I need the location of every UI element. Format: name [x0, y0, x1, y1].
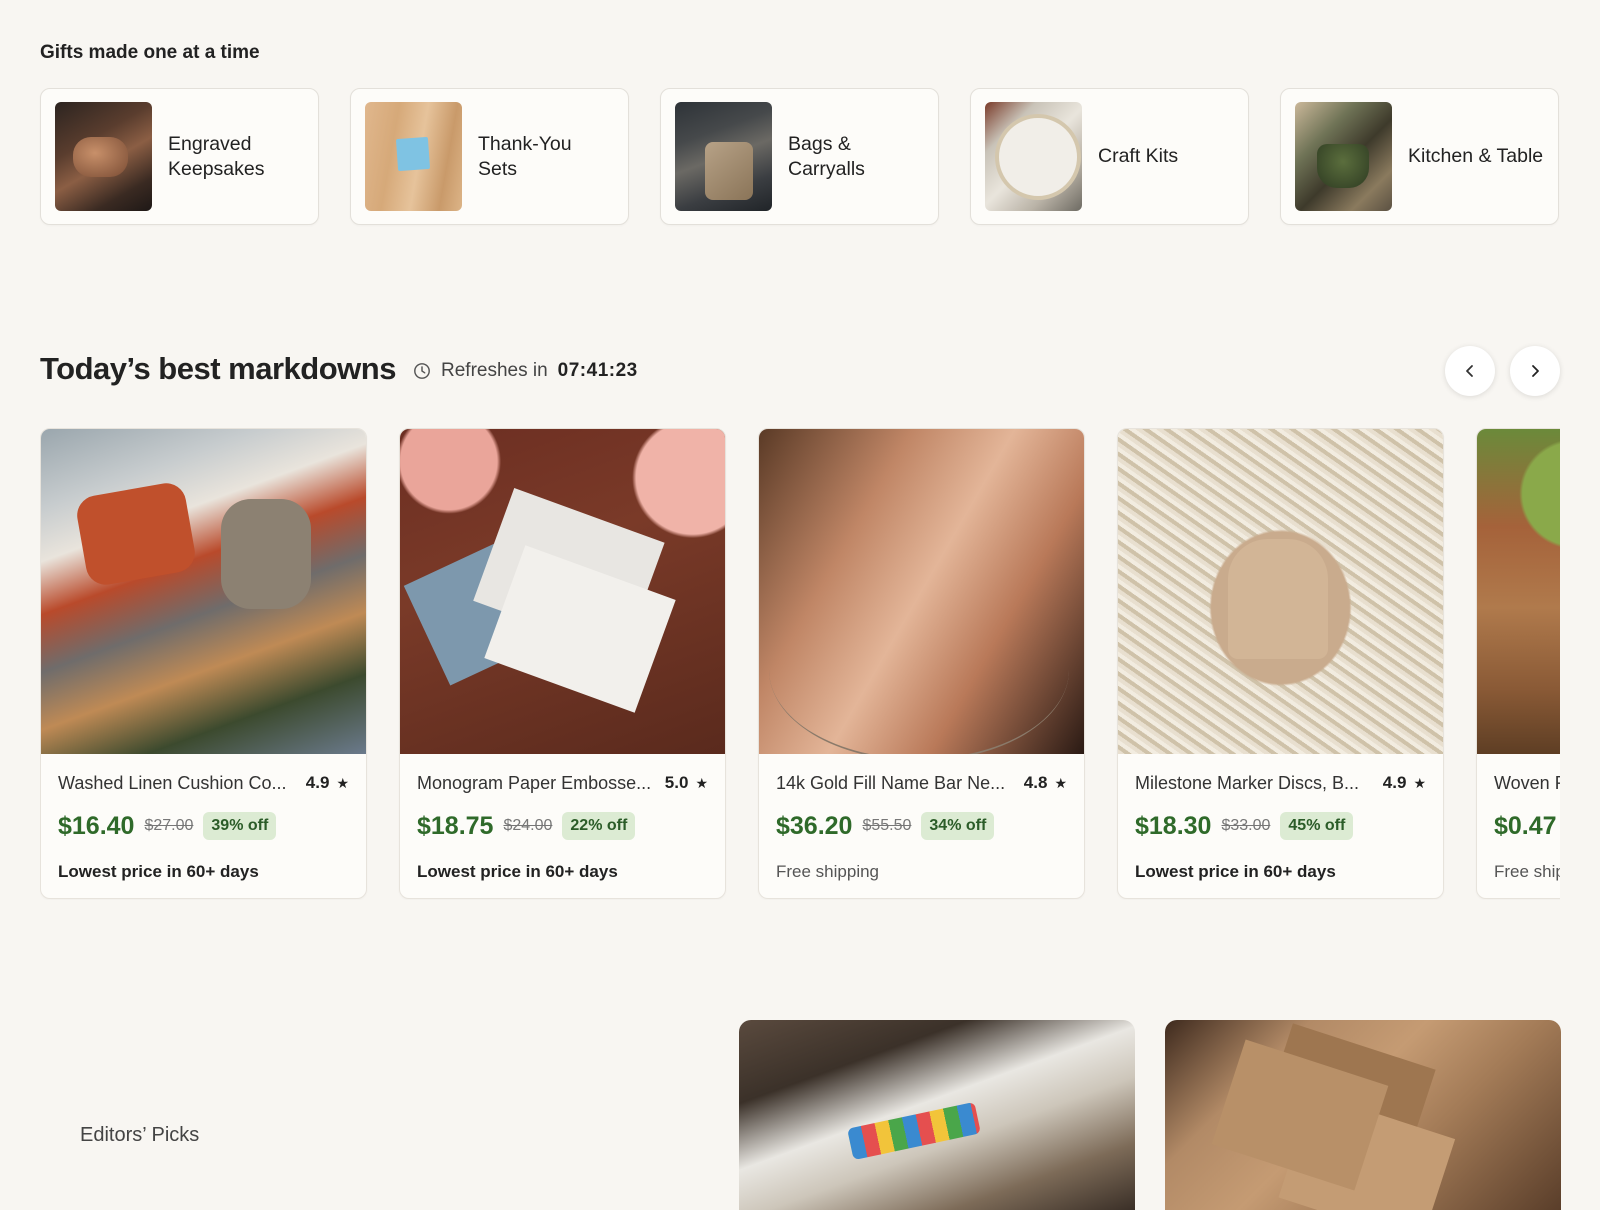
product-card[interactable]: Milestone Marker Discs, B... 4.9 ★ $18.30… — [1117, 428, 1444, 899]
sale-price: $16.40 — [58, 811, 135, 840]
product-image — [1477, 429, 1560, 754]
star-icon: ★ — [1054, 774, 1067, 791]
category-card-thank-you-sets[interactable]: Thank-You Sets — [350, 88, 629, 225]
rating-value: 5.0 — [664, 773, 689, 792]
category-card-engraved-keepsakes[interactable]: Engraved Keepsakes — [40, 88, 319, 225]
editors-pick-image[interactable] — [1165, 1020, 1561, 1210]
product-name: Washed Linen Cushion Co... — [58, 772, 287, 793]
product-image — [41, 429, 366, 754]
product-name: Woven Ra — [1494, 772, 1560, 793]
sale-price: $18.75 — [417, 811, 494, 840]
category-image — [365, 102, 462, 211]
category-card-kitchen-table[interactable]: Kitchen & Table — [1280, 88, 1559, 225]
original-price: $33.00 — [1221, 817, 1271, 834]
editors-pick-image[interactable] — [739, 1020, 1135, 1210]
product-image — [1118, 429, 1443, 754]
category-image — [985, 102, 1082, 211]
product-card[interactable]: Woven Ra $0.47 Free shipp — [1476, 428, 1560, 899]
category-image — [675, 102, 772, 211]
carousel-track: Washed Linen Cushion Co... 4.9 ★ $16.40 $… — [40, 428, 1560, 899]
clock-icon — [414, 363, 430, 379]
product-rating: 4.9 ★ — [306, 773, 349, 793]
category-label: Engraved Keepsakes — [168, 132, 265, 180]
product-name: Milestone Marker Discs, B... — [1135, 772, 1360, 793]
category-label: Craft Kits — [1098, 145, 1179, 167]
product-rating: 4.8 ★ — [1024, 773, 1067, 793]
carousel-next-button[interactable] — [1510, 346, 1560, 396]
star-icon: ★ — [1413, 774, 1426, 791]
markdowns-carousel: Washed Linen Cushion Co... 4.9 ★ $16.40 $… — [40, 428, 1560, 900]
product-card[interactable]: Monogram Paper Embosse... 5.0 ★ $18.75 $2… — [399, 428, 726, 899]
sale-price: $36.20 — [776, 811, 853, 840]
chevron-right-icon — [1532, 365, 1539, 377]
discount-badge: 39% off — [203, 812, 277, 840]
category-image — [55, 102, 152, 211]
rating-value: 4.9 — [1382, 773, 1407, 792]
category-image — [1295, 102, 1392, 211]
product-card[interactable]: Washed Linen Cushion Co... 4.9 ★ $16.40 $… — [40, 428, 367, 899]
product-rating: 5.0 ★ — [665, 773, 708, 793]
star-icon: ★ — [336, 774, 349, 791]
product-note: Lowest price in 60+ days — [1135, 862, 1336, 881]
sale-price: $18.30 — [1135, 811, 1212, 840]
rating-value: 4.9 — [305, 773, 330, 792]
product-note: Lowest price in 60+ days — [417, 862, 618, 881]
product-note: Free shipping — [776, 862, 880, 881]
product-name: Monogram Paper Embosse... — [417, 772, 652, 793]
product-name: 14k Gold Fill Name Bar Ne... — [776, 772, 1006, 793]
product-image — [400, 429, 725, 754]
discount-badge: 45% off — [1280, 812, 1354, 840]
product-note: Free shipp — [1494, 862, 1560, 881]
sale-price: $0.47 — [1494, 811, 1557, 840]
product-image — [759, 429, 1084, 754]
discount-badge: 34% off — [921, 812, 995, 840]
refresh-countdown: Refreshes in 07:41:23 — [413, 360, 638, 382]
original-price: $24.00 — [503, 817, 553, 834]
category-card-craft-kits[interactable]: Craft Kits — [970, 88, 1249, 225]
product-note: Lowest price in 60+ days — [58, 862, 259, 881]
original-price: $55.50 — [862, 817, 912, 834]
carousel-prev-button[interactable] — [1445, 346, 1495, 396]
refresh-label: Refreshes in — [441, 360, 548, 381]
product-card[interactable]: 14k Gold Fill Name Bar Ne... 4.8 ★ $36.20… — [758, 428, 1085, 899]
original-price: $27.00 — [144, 817, 194, 834]
gifts-section-title: Gifts made one at a time — [40, 42, 260, 63]
category-row: Engraved Keepsakes Thank-You Sets Bags &… — [40, 88, 1560, 225]
refresh-timer: 07:41:23 — [557, 360, 638, 381]
markdowns-title: Today’s best markdowns — [40, 351, 396, 386]
chevron-left-icon — [1466, 365, 1473, 377]
discount-badge: 22% off — [562, 812, 636, 840]
star-icon: ★ — [695, 774, 708, 791]
category-label: Thank-You Sets — [478, 132, 572, 180]
category-label: Bags & Carryalls — [788, 132, 865, 180]
category-card-bags-carryalls[interactable]: Bags & Carryalls — [660, 88, 939, 225]
editors-picks-label: Editors’ Picks — [80, 1124, 200, 1146]
product-rating: 4.9 ★ — [1383, 773, 1426, 793]
rating-value: 4.8 — [1023, 773, 1048, 792]
category-label: Kitchen & Table — [1408, 145, 1544, 167]
